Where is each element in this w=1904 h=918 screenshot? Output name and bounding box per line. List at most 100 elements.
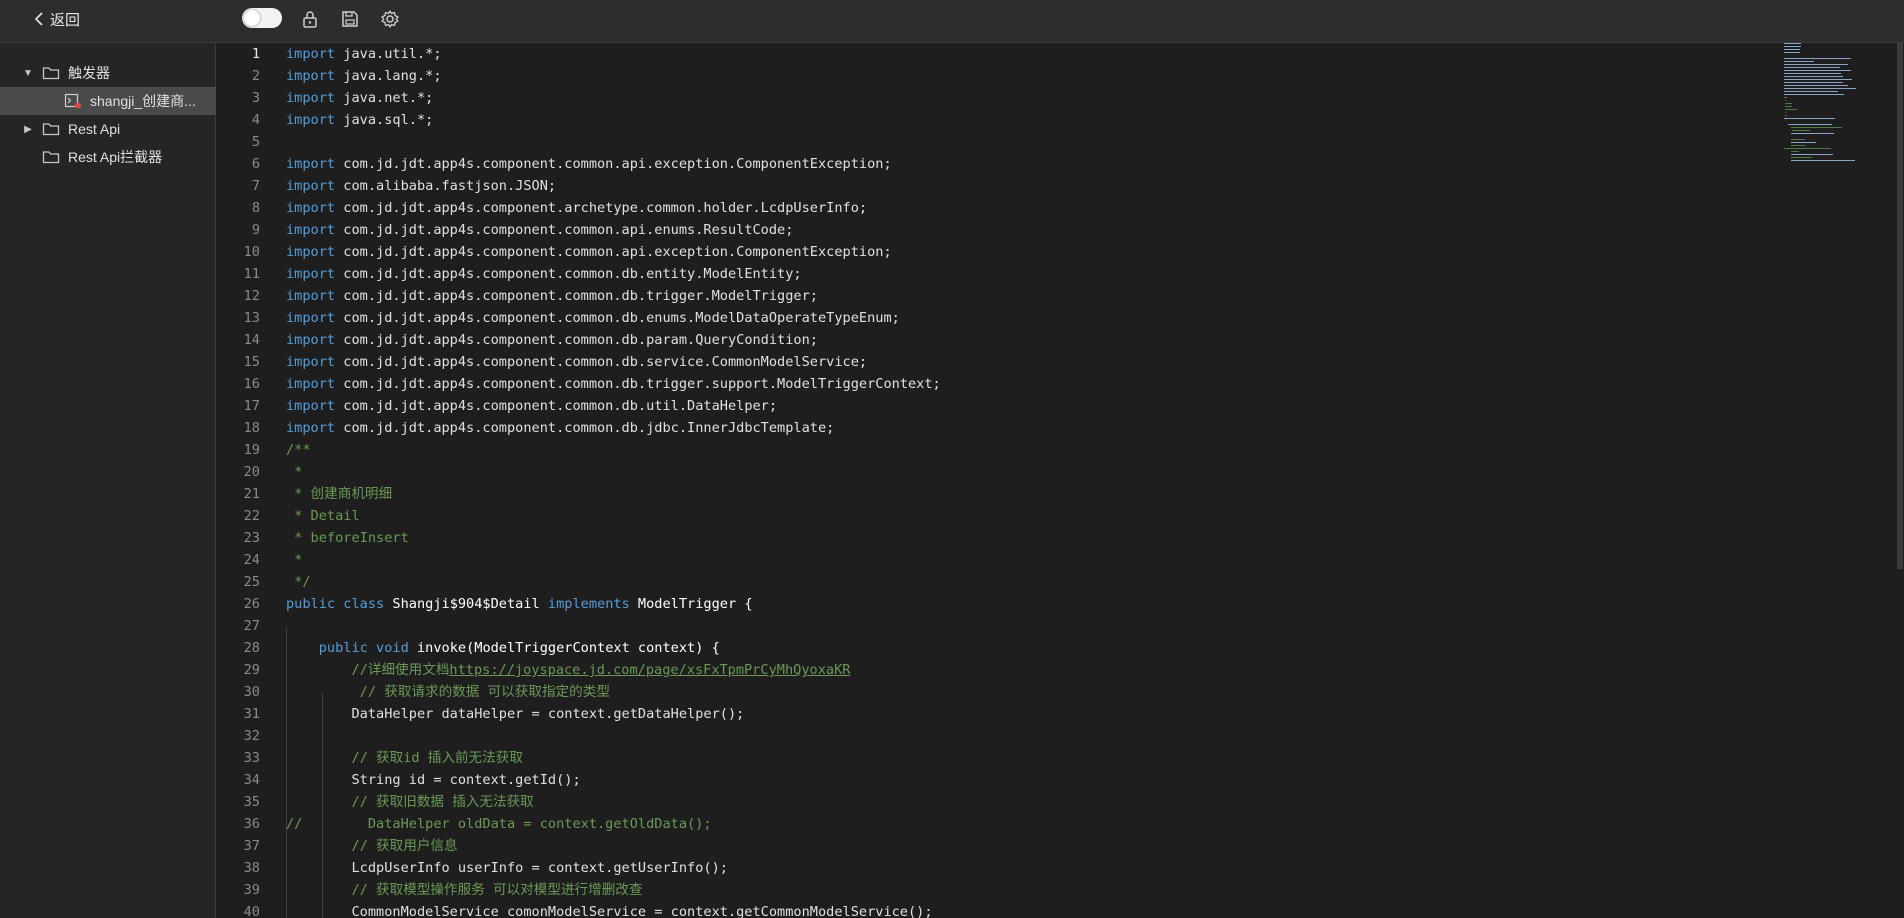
line-number: 27 [243, 618, 260, 634]
code-token: import [286, 156, 336, 172]
code-text: * beforeInsert [286, 527, 409, 549]
line-number: 35 [243, 794, 260, 810]
code-text: import com.alibaba.fastjson.JSON; [286, 175, 556, 197]
line-number: 30 [243, 684, 260, 700]
code-text: import java.net.*; [286, 87, 433, 109]
code-token: // 获取id 插入前无法获取 [351, 750, 523, 766]
chevron-left-icon [34, 12, 43, 26]
line-number: 37 [243, 838, 260, 854]
minimap-line [1784, 46, 1802, 47]
minimap-line [1784, 100, 1786, 101]
line-number: 10 [243, 244, 260, 260]
code-token: // 获取模型操作服务 可以对模型进行增删改查 [351, 882, 643, 898]
code-text: String id = context.getId(); [286, 769, 581, 791]
code-token: implements [547, 596, 630, 612]
line-number: 2 [251, 68, 260, 84]
line-number: 26 [243, 596, 260, 612]
code-token: import [286, 222, 336, 238]
save-icon[interactable] [340, 9, 360, 29]
lock-icon[interactable] [300, 9, 320, 29]
tree-folder-rest-api[interactable]: ▶ Rest Api [0, 115, 235, 143]
line-number: 14 [243, 332, 260, 348]
line-number: 34 [243, 772, 260, 788]
caret-down-icon[interactable]: ▼ [20, 68, 36, 79]
code-token: */ [286, 574, 311, 590]
scrollbar-thumb[interactable] [1897, 43, 1903, 569]
code-token: com.jd.jdt.app4s.component.archetype.com… [335, 200, 868, 216]
minimap[interactable] [1784, 43, 1884, 223]
toggle-knob [244, 10, 260, 26]
tree-label: shangji_创建商... [90, 93, 196, 109]
minimap-line [1784, 73, 1841, 74]
code-token: import [286, 112, 336, 128]
code-text: // 获取id 插入前无法获取 [286, 747, 523, 769]
code-text: * 创建商机明细 [286, 483, 392, 505]
code-text: import com.jd.jdt.app4s.component.common… [286, 373, 941, 395]
minimap-line [1784, 118, 1836, 119]
top-toolbar: 返回 [0, 0, 1904, 43]
line-number: 19 [243, 442, 260, 458]
code-token: public class [286, 596, 385, 612]
caret-right-icon[interactable]: ▶ [20, 124, 36, 135]
code-token: // 获取请求的数据 可以获取指定的类型 [359, 684, 610, 700]
back-button[interactable]: 返回 [34, 8, 80, 30]
code-text: * Detail [286, 505, 360, 527]
code-token: import [286, 46, 336, 62]
minimap-line [1784, 49, 1801, 50]
tree-folder-triggers[interactable]: ▼ 触发器 [0, 59, 235, 87]
code-token: String id = context.getId(); [286, 772, 581, 788]
minimap-line [1784, 82, 1843, 83]
line-number: 32 [243, 728, 260, 744]
minimap-line [1784, 52, 1801, 53]
code-text: * [286, 461, 302, 483]
line-number: 25 [243, 574, 260, 590]
minimap-line [1787, 124, 1832, 125]
line-number: 18 [243, 420, 260, 436]
code-editor[interactable]: 1 import java.util.*; 2 import java.lang.*;… [216, 43, 1904, 918]
code-text: // DataHelper oldData = context.getOldDa… [286, 813, 712, 835]
code-text: import com.jd.jdt.app4s.component.archet… [286, 197, 867, 219]
code-text: CommonModelService comonModelService = c… [286, 901, 933, 918]
code-token: https://joyspace.jd.com/page/xsFxTpmPrCy… [449, 662, 851, 678]
mode-toggle[interactable] [242, 8, 282, 28]
code-token: * 创建商机明细 [286, 486, 393, 502]
code-text: import com.jd.jdt.app4s.component.common… [286, 285, 818, 307]
line-number: 22 [243, 508, 260, 524]
code-token: com.jd.jdt.app4s.component.common.db.uti… [335, 398, 778, 414]
code-token: com.jd.jdt.app4s.component.common.db.ent… [335, 266, 802, 282]
minimap-line [1784, 112, 1786, 113]
line-number: 29 [243, 662, 260, 678]
code-text: import java.lang.*; [286, 65, 442, 87]
minimap-line [1784, 43, 1802, 44]
code-text: import com.jd.jdt.app4s.component.common… [286, 329, 818, 351]
minimap-line [1791, 139, 1805, 140]
code-token: com.jd.jdt.app4s.component.common.db.tri… [335, 376, 941, 392]
code-text: public void invoke(ModelTriggerContext c… [286, 637, 720, 659]
code-token: java.sql.*; [335, 112, 434, 128]
minimap-line [1784, 148, 1831, 149]
code-token: import [286, 420, 336, 436]
minimap-line [1784, 85, 1848, 86]
minimap-line [1792, 130, 1811, 131]
minimap-line [1784, 61, 1814, 62]
folder-icon [42, 65, 60, 81]
code-text: // 获取用户信息 [286, 835, 457, 857]
line-number: 39 [243, 882, 260, 898]
folder-icon [42, 121, 60, 137]
code-token: import [286, 376, 336, 392]
code-text: import com.jd.jdt.app4s.component.common… [286, 241, 892, 263]
code-token: com.jd.jdt.app4s.component.common.db.par… [335, 332, 818, 348]
code-token: import [286, 398, 336, 414]
tree-label: Rest Api拦截器 [68, 149, 163, 165]
code-token: com.jd.jdt.app4s.component.common.db.enu… [335, 310, 900, 326]
code-text: import com.jd.jdt.app4s.component.common… [286, 153, 892, 175]
code-token: * [286, 552, 303, 568]
minimap-line [1784, 103, 1793, 104]
gear-icon[interactable] [380, 9, 400, 29]
code-token: CommonModelService comonModelService = c… [286, 904, 933, 918]
line-number: 17 [243, 398, 260, 414]
line-number: 20 [243, 464, 260, 480]
